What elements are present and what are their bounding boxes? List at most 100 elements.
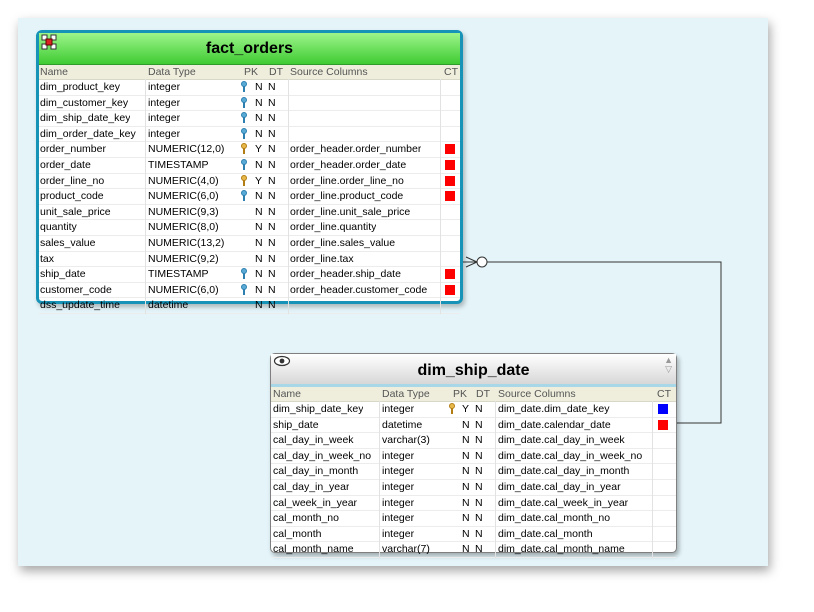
column-header-pk[interactable]: PK xyxy=(244,65,258,79)
dim-ship-date-title: dim_ship_date xyxy=(417,362,530,379)
cell-type: integer xyxy=(382,465,415,478)
table-row[interactable]: dss_update_time datetime N N xyxy=(39,298,460,314)
table-row[interactable]: cal_month_name varchar(7) N Ndim_date.cal_m… xyxy=(271,542,676,558)
cell-type: NUMERIC(9,2) xyxy=(148,252,219,265)
table-row[interactable]: unit_sale_price NUMERIC(9,3) N Norder_line.… xyxy=(39,205,460,221)
cell-name: cal_day_in_year xyxy=(273,480,350,493)
fact-orders-header[interactable]: fact_orders xyxy=(39,33,460,65)
column-header-pk[interactable]: PK xyxy=(453,387,467,401)
table-row[interactable]: dim_product_key integer N N xyxy=(39,80,460,96)
table-row[interactable]: order_date TIMESTAMP N Norder_header.order_… xyxy=(39,158,460,174)
cell-src: order_line.tax xyxy=(290,252,354,265)
cell-src: dim_date.cal_week_in_year xyxy=(498,496,629,509)
cell-src: dim_date.cal_day_in_week_no xyxy=(498,449,643,462)
cell-src: order_line.sales_value xyxy=(290,236,396,249)
cell-dt: N xyxy=(268,268,276,281)
column-header-name[interactable]: Name xyxy=(40,65,68,79)
change-type-red-swatch xyxy=(445,284,455,295)
cell-pk: N xyxy=(255,127,263,140)
cell-pk: N xyxy=(255,96,263,109)
cell-type: TIMESTAMP xyxy=(148,158,209,171)
primary-key-icon xyxy=(240,174,248,187)
cell-type: NUMERIC(13,2) xyxy=(148,236,225,249)
table-row[interactable]: cal_day_in_week_no integer N Ndim_date.cal_… xyxy=(271,449,676,465)
cell-dt: N xyxy=(475,434,483,447)
column-header-ct[interactable]: CT xyxy=(444,65,458,79)
table-row[interactable]: order_number NUMERIC(12,0) Y Norder_header.… xyxy=(39,142,460,158)
scroll-arrows[interactable]: ▲ ▽ xyxy=(664,356,673,374)
cell-type: datetime xyxy=(148,299,189,312)
foreign-key-icon xyxy=(240,127,248,140)
cell-src: order_line.product_code xyxy=(290,190,404,203)
column-header-dt[interactable]: DT xyxy=(269,65,283,79)
cell-pk: N xyxy=(255,205,263,218)
cell-pk: N xyxy=(462,465,470,478)
table-row[interactable]: order_line_no NUMERIC(4,0) Y Norder_line.or… xyxy=(39,174,460,190)
table-row[interactable]: ship_date TIMESTAMP N Norder_header.ship_da… xyxy=(39,267,460,283)
dim-ship-date-grid: Name Data Type PK DT Source Columns CT dim_shi… xyxy=(271,387,676,558)
change-type-blue-swatch xyxy=(658,404,668,414)
column-header-type[interactable]: Data Type xyxy=(382,387,430,401)
cell-src: dim_date.cal_day_in_month xyxy=(498,465,630,478)
cell-src: order_header.order_number xyxy=(290,143,422,156)
table-row[interactable]: product_code NUMERIC(6,0) N Norder_line.pro… xyxy=(39,189,460,205)
cell-src: order_line.unit_sale_price xyxy=(290,205,411,218)
cell-dt: N xyxy=(268,96,276,109)
cell-pk: Y xyxy=(255,174,263,187)
cell-name: ship_date xyxy=(273,418,319,431)
cell-pk: Y xyxy=(462,403,470,415)
cell-src: dim_date.cal_day_in_week xyxy=(498,434,625,447)
change-type-red-swatch xyxy=(445,144,455,155)
fact-orders-table[interactable]: fact_orders Name Data Type PK DT Source Colu… xyxy=(36,30,463,314)
table-row[interactable]: quantity NUMERIC(8,0) N Norder_line.quantit… xyxy=(39,220,460,236)
change-type-red-swatch xyxy=(445,191,455,202)
table-row[interactable]: dim_customer_key integer N N xyxy=(39,96,460,112)
cell-type: NUMERIC(6,0) xyxy=(148,283,219,296)
column-header-name[interactable]: Name xyxy=(273,387,301,401)
table-row[interactable]: dim_ship_date_key integer N N xyxy=(39,111,460,127)
table-row[interactable]: cal_day_in_year integer N Ndim_date.cal_day… xyxy=(271,480,676,496)
cell-dt: N xyxy=(268,174,276,187)
foreign-key-icon xyxy=(240,81,248,93)
table-row[interactable]: dim_order_date_key integer N N xyxy=(39,127,460,143)
table-row[interactable]: tax NUMERIC(9,2) N Norder_line.tax xyxy=(39,252,460,268)
foreign-key-icon xyxy=(240,283,248,296)
column-header-type[interactable]: Data Type xyxy=(148,65,196,79)
change-type-red-swatch xyxy=(445,269,455,280)
scroll-down-icon[interactable]: ▽ xyxy=(664,365,673,374)
cell-pk: N xyxy=(255,81,263,93)
cell-src: order_line.quantity xyxy=(290,221,377,234)
cell-name: cal_week_in_year xyxy=(273,496,358,509)
dim-ship-date-table[interactable]: dim_ship_date ▲ ▽ Name Data Type PK DT Sourc… xyxy=(270,353,677,558)
cell-type: integer xyxy=(148,127,181,140)
cell-type: NUMERIC(4,0) xyxy=(148,174,219,187)
table-row[interactable]: cal_month integer N Ndim_date.cal_month xyxy=(271,527,676,543)
column-header-src[interactable]: Source Columns xyxy=(498,387,576,401)
cell-pk: N xyxy=(255,252,263,265)
table-row[interactable]: cal_day_in_month integer N Ndim_date.cal_da… xyxy=(271,464,676,480)
table-row[interactable]: cal_week_in_year integer N Ndim_date.cal_we… xyxy=(271,496,676,512)
column-header-src[interactable]: Source Columns xyxy=(290,65,368,79)
change-type-red-swatch xyxy=(658,419,668,430)
cell-name: dim_order_date_key xyxy=(40,127,136,140)
table-row[interactable]: customer_code NUMERIC(6,0) N Norder_header.… xyxy=(39,283,460,299)
column-header-ct[interactable]: CT xyxy=(657,387,671,401)
column-header-dt[interactable]: DT xyxy=(476,387,490,401)
table-row[interactable]: dim_ship_date_key integer Y Ndim_date.dim_d… xyxy=(271,402,676,418)
table-row[interactable]: ship_date datetime N Ndim_date.calendar_dat… xyxy=(271,418,676,434)
table-row[interactable]: cal_day_in_week varchar(3) N Ndim_date.cal_… xyxy=(271,433,676,449)
column-header-row: Name Data Type PK DT Source Columns CT xyxy=(39,65,460,80)
column-header-row: Name Data Type PK DT Source Columns CT xyxy=(271,387,676,402)
dim-ship-date-header[interactable]: dim_ship_date ▲ ▽ xyxy=(271,354,676,387)
cell-type: NUMERIC(6,0) xyxy=(148,190,219,203)
cell-src: order_line.order_line_no xyxy=(290,174,404,187)
cell-dt: N xyxy=(268,221,276,234)
column-divider xyxy=(652,401,653,558)
eye-icon xyxy=(273,355,291,367)
cell-pk: N xyxy=(255,112,263,125)
column-divider xyxy=(145,79,146,314)
table-row[interactable]: sales_value NUMERIC(13,2) N Norder_line.sal… xyxy=(39,236,460,252)
cell-pk: N xyxy=(255,236,263,249)
table-row[interactable]: cal_month_no integer N Ndim_date.cal_month_… xyxy=(271,511,676,527)
cell-pk: N xyxy=(255,283,263,296)
